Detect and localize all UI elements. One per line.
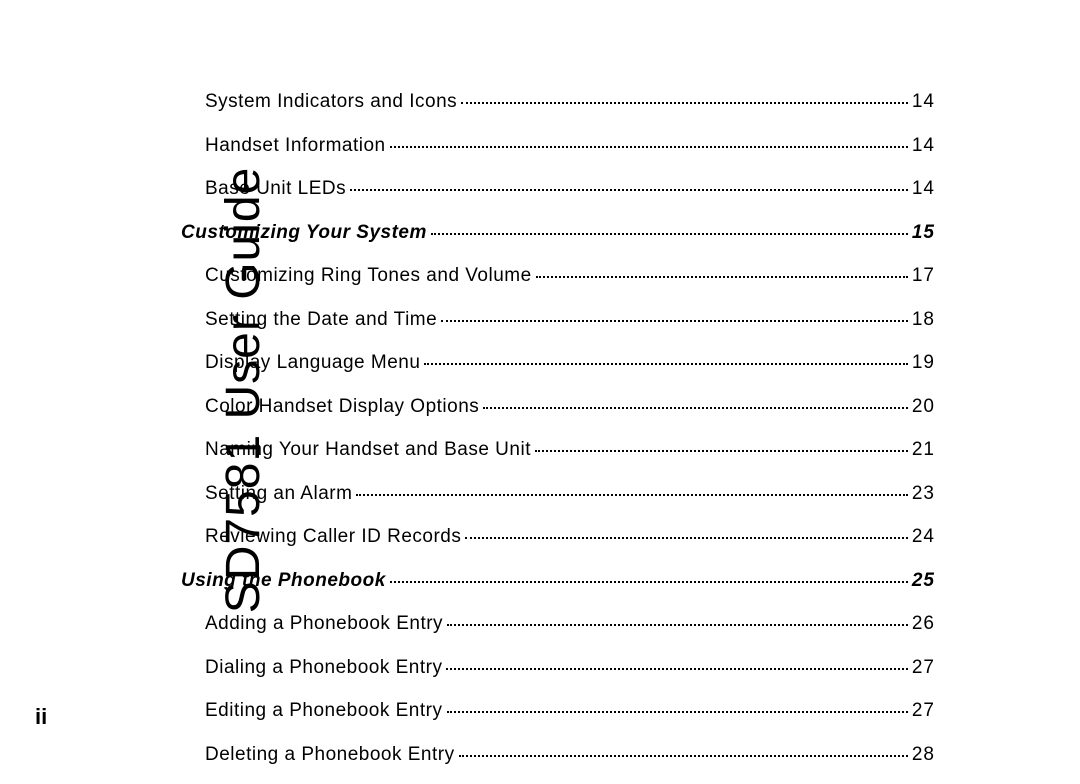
toc-entry: System Indicators and Icons 14 [205, 88, 935, 117]
toc-title: Dialing a Phonebook Entry [205, 654, 442, 683]
toc-leader-dots [447, 711, 908, 713]
toc-page: 26 [912, 610, 935, 639]
toc-title: Editing a Phonebook Entry [205, 697, 443, 726]
toc-entry: Naming Your Handset and Base Unit 21 [205, 436, 935, 465]
toc-leader-dots [446, 668, 907, 670]
toc-entry: Handset Information 14 [205, 132, 935, 161]
toc-title: Handset Information [205, 132, 386, 161]
toc-title: Reviewing Caller ID Records [205, 523, 461, 552]
page-number: ii [35, 704, 47, 730]
toc-page: 14 [912, 88, 935, 117]
toc-leader-dots [441, 320, 908, 322]
toc-entry: Deleting a Phonebook Entry 28 [205, 741, 935, 770]
toc-entry: Color Handset Display Options 20 [205, 393, 935, 422]
toc-leader-dots [356, 494, 907, 496]
toc-title: Deleting a Phonebook Entry [205, 741, 455, 770]
toc-entry: Editing a Phonebook Entry 27 [205, 697, 935, 726]
toc-page: 19 [912, 349, 935, 378]
toc-page: 15 [912, 219, 935, 248]
toc-entry: Setting an Alarm 23 [205, 480, 935, 509]
toc-title: Using the Phonebook [181, 567, 386, 596]
toc-entry: Setting the Date and Time 18 [205, 306, 935, 335]
toc-leader-dots [350, 189, 908, 191]
toc-page: 14 [912, 132, 935, 161]
toc-leader-dots [465, 537, 907, 539]
toc-page: 25 [912, 567, 935, 596]
toc-content: System Indicators and Icons14Handset Inf… [205, 88, 935, 784]
toc-entry: Dialing a Phonebook Entry 27 [205, 654, 935, 683]
toc-leader-dots [390, 146, 908, 148]
toc-page: 18 [912, 306, 935, 335]
toc-title: Naming Your Handset and Base Unit [205, 436, 531, 465]
toc-page: 21 [912, 436, 935, 465]
toc-leader-dots [424, 363, 907, 365]
toc-page: 20 [912, 393, 935, 422]
toc-page: 14 [912, 175, 935, 204]
toc-leader-dots [390, 581, 908, 583]
toc-title: Setting the Date and Time [205, 306, 437, 335]
toc-section: Customizing Your System 15 [181, 219, 935, 248]
toc-title: Customizing Ring Tones and Volume [205, 262, 532, 291]
toc-leader-dots [536, 276, 908, 278]
toc-leader-dots [447, 624, 908, 626]
toc-page: 17 [912, 262, 935, 291]
toc-title: Setting an Alarm [205, 480, 352, 509]
toc-page: 27 [912, 654, 935, 683]
toc-title: Color Handset Display Options [205, 393, 479, 422]
toc-entry: Customizing Ring Tones and Volume 17 [205, 262, 935, 291]
toc-leader-dots [535, 450, 908, 452]
toc-leader-dots [459, 755, 908, 757]
toc-title: System Indicators and Icons [205, 88, 457, 117]
toc-entry: Base Unit LEDs 14 [205, 175, 935, 204]
toc-title: Customizing Your System [181, 219, 427, 248]
toc-entry: Display Language Menu 19 [205, 349, 935, 378]
toc-page: 23 [912, 480, 935, 509]
toc-page: 27 [912, 697, 935, 726]
toc-title: Display Language Menu [205, 349, 420, 378]
toc-title: Adding a Phonebook Entry [205, 610, 443, 639]
toc-leader-dots [483, 407, 908, 409]
toc-section: Using the Phonebook 25 [181, 567, 935, 596]
toc-page: 24 [912, 523, 935, 552]
toc-entry: Reviewing Caller ID Records 24 [205, 523, 935, 552]
toc-page: 28 [912, 741, 935, 770]
toc-title: Base Unit LEDs [205, 175, 346, 204]
toc-leader-dots [431, 233, 908, 235]
toc-entry: Adding a Phonebook Entry 26 [205, 610, 935, 639]
toc-leader-dots [461, 102, 908, 104]
